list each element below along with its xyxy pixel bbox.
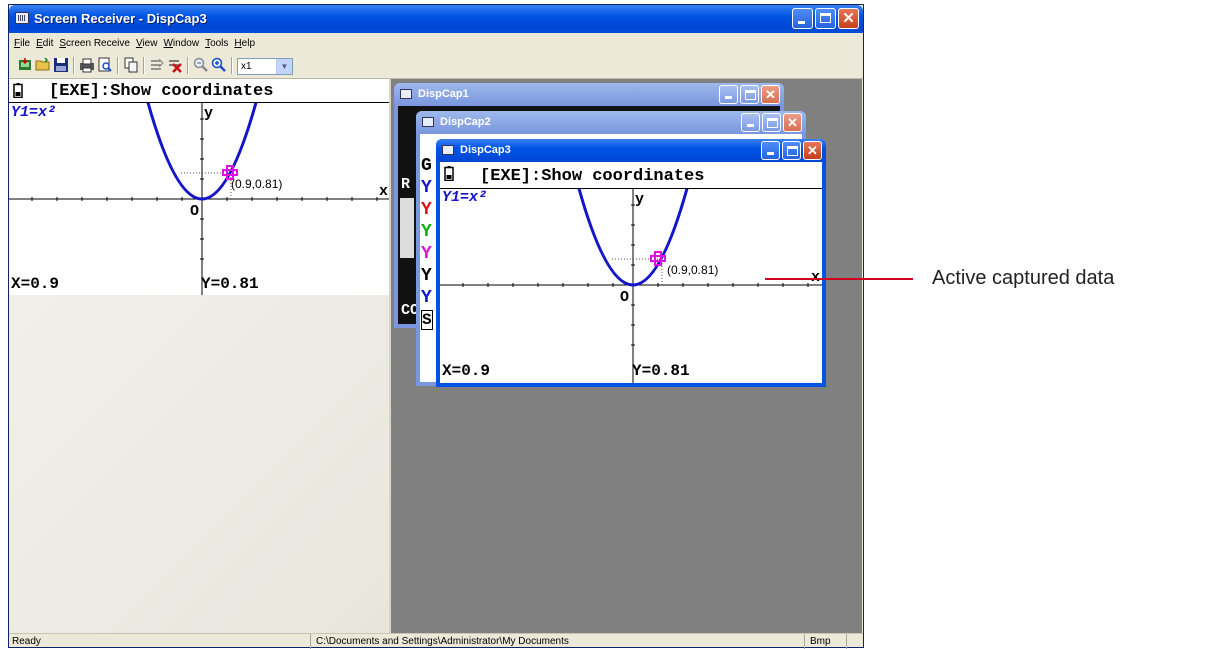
maximize-icon xyxy=(820,13,831,23)
graph-plot: (0.9,0.81) y x O xyxy=(440,189,822,383)
partial-panel xyxy=(400,198,414,258)
menu-screen-receive[interactable]: Screen Receive xyxy=(58,35,135,53)
partial-text: G xyxy=(421,156,432,176)
close-icon: ✕ xyxy=(842,10,855,27)
status-bar: Ready C:\Documents and Settings\Administ… xyxy=(9,633,863,649)
maximize-icon xyxy=(787,146,798,156)
graph-plot: (0.9,0.81) y x O xyxy=(9,103,389,295)
window-icon xyxy=(422,117,434,127)
open-icon[interactable] xyxy=(35,57,51,73)
left-capture-pane: [EXE]:Show coordinates Y1=x² (0.9,0.81) … xyxy=(9,79,391,633)
partial-text: Y xyxy=(421,288,432,308)
origin-label: O xyxy=(190,203,199,220)
partial-text: Y xyxy=(421,222,432,242)
status-path: C:\Documents and Settings\Administrator\… xyxy=(313,634,805,649)
y-axis-label: y xyxy=(204,105,213,122)
minimize-icon xyxy=(767,152,774,155)
maximize-icon xyxy=(767,118,778,128)
close-button[interactable]: ✕ xyxy=(761,85,780,104)
battery-icon xyxy=(13,83,23,98)
chevron-down-icon[interactable]: ▼ xyxy=(276,59,292,74)
origin-label: O xyxy=(620,289,629,306)
battery-icon xyxy=(444,166,454,181)
close-button[interactable]: ✕ xyxy=(783,113,802,132)
zoom-select[interactable]: x1 ▼ xyxy=(237,58,293,75)
maximize-button[interactable] xyxy=(782,141,801,160)
partial-text: R xyxy=(401,176,411,193)
calc-header: [EXE]:Show coordinates xyxy=(480,167,705,186)
y-value: Y=0.81 xyxy=(632,362,690,380)
annotation-line xyxy=(765,278,913,280)
child-title: DispCap1 xyxy=(418,88,469,100)
window-title: Screen Receiver - DispCap3 xyxy=(34,11,207,26)
minimize-icon xyxy=(798,21,805,24)
window-icon xyxy=(442,145,454,155)
zoom-out-icon[interactable] xyxy=(193,57,209,73)
child-title-bar[interactable]: DispCap3 ✕ xyxy=(436,139,826,162)
x-value: X=0.9 xyxy=(442,362,491,380)
annotation-label: Active captured data xyxy=(932,267,1115,289)
close-icon: ✕ xyxy=(765,87,776,102)
close-button[interactable]: ✕ xyxy=(838,8,859,29)
menu-edit[interactable]: Edit xyxy=(35,35,58,53)
menu-window[interactable]: Window xyxy=(162,35,204,53)
menu-view[interactable]: View xyxy=(135,35,163,53)
y-axis-label: y xyxy=(635,191,644,208)
maximize-button[interactable] xyxy=(762,113,781,132)
zoom-in-icon[interactable] xyxy=(211,57,227,73)
partial-text: S xyxy=(421,310,433,330)
menu-help[interactable]: Help xyxy=(233,35,260,53)
calc-screen-dispcap3[interactable]: [EXE]:Show coordinates Y1=x² (0.9,0.81) … xyxy=(440,162,822,383)
minimize-icon xyxy=(725,96,732,99)
close-button[interactable]: ✕ xyxy=(803,141,822,160)
status-format: Bmp xyxy=(807,634,847,649)
minimize-button[interactable] xyxy=(761,141,780,160)
x-value: X=0.9 xyxy=(11,275,60,293)
maximize-button[interactable] xyxy=(815,8,836,29)
print-preview-icon[interactable] xyxy=(97,57,113,73)
minimize-button[interactable] xyxy=(792,8,813,29)
point-label: (0.9,0.81) xyxy=(231,177,282,191)
maximize-icon xyxy=(745,90,756,100)
zoom-value: x1 xyxy=(241,61,252,72)
minimize-button[interactable] xyxy=(741,113,760,132)
close-icon: ✕ xyxy=(807,143,818,158)
window-icon xyxy=(400,89,412,99)
maximize-button[interactable] xyxy=(740,85,759,104)
child-title: DispCap3 xyxy=(460,144,511,156)
save-icon[interactable] xyxy=(53,57,69,73)
minimize-button[interactable] xyxy=(719,85,738,104)
partial-text: Y xyxy=(421,200,432,220)
status-ready: Ready xyxy=(9,634,311,649)
receive-icon[interactable] xyxy=(17,57,33,73)
copy-select-icon[interactable] xyxy=(149,57,165,73)
partial-text: Y xyxy=(421,266,432,286)
calc-screen-main[interactable]: [EXE]:Show coordinates Y1=x² (0.9,0.81) … xyxy=(9,79,389,295)
child-title-bar[interactable]: DispCap1 ✕ xyxy=(394,83,784,106)
menu-bar: File Edit Screen Receive View Window Too… xyxy=(9,35,863,53)
partial-text: Y xyxy=(421,244,432,264)
child-title-bar[interactable]: DispCap2 ✕ xyxy=(416,111,806,134)
toolbar: x1 ▼ xyxy=(9,54,863,79)
delete-icon[interactable] xyxy=(167,57,183,73)
copy-icon[interactable] xyxy=(123,57,139,73)
partial-text: Y xyxy=(421,178,432,198)
title-bar[interactable]: Screen Receiver - DispCap3 ✕ xyxy=(9,5,863,33)
menu-file[interactable]: File xyxy=(13,35,35,53)
print-icon[interactable] xyxy=(79,57,95,73)
point-label: (0.9,0.81) xyxy=(667,263,718,277)
minimize-icon xyxy=(747,124,754,127)
y-value: Y=0.81 xyxy=(201,275,259,293)
x-axis-label: x xyxy=(379,183,388,200)
child-title: DispCap2 xyxy=(440,116,491,128)
close-icon: ✕ xyxy=(787,115,798,130)
app-icon[interactable] xyxy=(15,12,29,24)
calc-header: [EXE]:Show coordinates xyxy=(49,82,274,101)
child-window-dispcap3[interactable]: DispCap3 ✕ [EXE]:Show coordinates Y1=x² … xyxy=(436,139,826,387)
menu-tools[interactable]: Tools xyxy=(204,35,233,53)
